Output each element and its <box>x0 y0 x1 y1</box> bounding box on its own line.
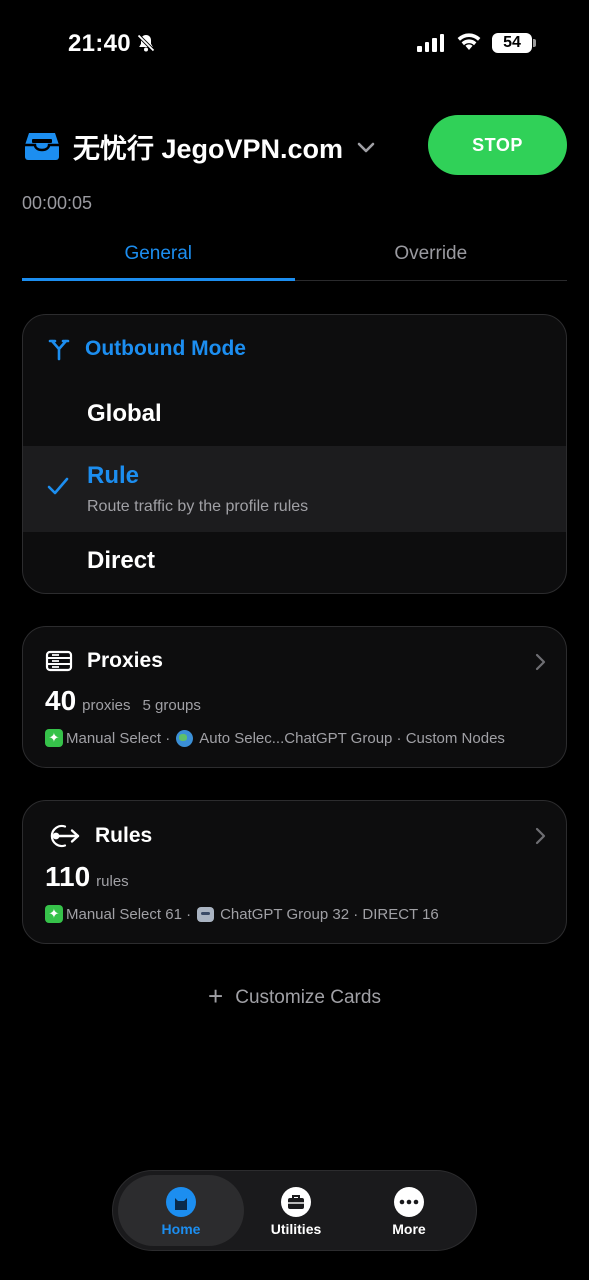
proxies-stat: 40 proxies 5 groups <box>45 685 201 717</box>
chevron-right-icon <box>535 827 546 845</box>
home-cat-icon <box>166 1187 196 1217</box>
tab-more[interactable]: More <box>346 1175 472 1246</box>
mode-option-label: Global <box>87 400 162 427</box>
outbound-mode-header: Outbound Mode <box>47 337 246 361</box>
proxies-summary-b: Auto Selec...ChatGPT Group · Custom Node… <box>199 729 505 747</box>
app-screen: 21:40 54 无忧行 JegoVPN.com STOP 00:00:05 G… <box>0 0 589 1280</box>
tab-utilities[interactable]: Utilities <box>233 1175 359 1246</box>
robot-emoji-icon <box>197 906 215 922</box>
rules-card[interactable]: Rules 110 rules ✦ Manual Select 61 · Cha… <box>22 800 567 944</box>
ellipsis-icon <box>394 1187 424 1217</box>
bottom-tab-bar: Home Utilities More <box>112 1170 477 1251</box>
proxies-header: Proxies <box>45 649 163 673</box>
tab-general[interactable]: General <box>22 230 295 281</box>
tab-utilities-label: Utilities <box>270 1221 322 1237</box>
route-icon <box>50 824 80 848</box>
mode-option-global[interactable]: Global <box>23 395 566 445</box>
server-icon <box>45 650 73 672</box>
profile-selector[interactable]: 无忧行 JegoVPN.com <box>24 128 375 164</box>
rules-title: Rules <box>95 824 153 847</box>
proxies-unit: proxies <box>82 697 131 714</box>
globe-emoji-icon <box>176 729 194 747</box>
stop-button[interactable]: STOP <box>428 115 567 175</box>
tab-bar-top: General Override <box>22 230 567 281</box>
rules-summary-a: Manual Select 61 · <box>66 905 192 923</box>
mode-option-label: Rule <box>87 462 140 489</box>
proxies-groups: 5 groups <box>142 697 201 714</box>
rules-unit: rules <box>96 873 129 890</box>
wifi-icon <box>457 33 481 50</box>
branch-icon <box>48 339 70 361</box>
signal-icon <box>417 34 444 52</box>
battery-cap <box>533 39 536 47</box>
briefcase-icon <box>281 1187 311 1217</box>
rules-summary: ✦ Manual Select 61 · ChatGPT Group 32 · … <box>45 905 439 923</box>
tab-override[interactable]: Override <box>295 230 568 280</box>
bell-slash-icon <box>137 34 155 52</box>
chevron-down-icon <box>357 142 375 153</box>
rules-header: Rules <box>45 823 152 849</box>
sparkle-emoji-icon: ✦ <box>45 729 63 747</box>
profile-tray-icon <box>25 133 59 160</box>
plus-icon: + <box>208 981 224 1011</box>
customize-cards-label: Customize Cards <box>235 987 381 1008</box>
rules-summary-b: ChatGPT Group 32 · DIRECT 16 <box>220 905 439 923</box>
mode-option-description: Route traffic by the profile rules <box>87 498 309 515</box>
outbound-mode-title: Outbound Mode <box>85 337 246 360</box>
proxies-title: Proxies <box>87 649 163 672</box>
proxies-summary: ✦ Manual Select · Auto Selec...ChatGPT G… <box>45 729 505 747</box>
proxies-count: 40 <box>45 685 77 716</box>
sparkle-emoji-icon: ✦ <box>45 905 63 923</box>
customize-cards-button[interactable]: + Customize Cards <box>0 981 589 1012</box>
status-bar: 21:40 54 <box>0 0 589 90</box>
outbound-mode-card: Outbound Mode Global Rule Route traffic … <box>22 314 567 594</box>
status-time: 21:40 <box>68 30 131 57</box>
tab-home-label: Home <box>161 1221 201 1237</box>
checkmark-icon <box>47 477 69 495</box>
proxies-summary-a: Manual Select · <box>66 729 171 747</box>
mode-option-label: Direct <box>87 547 156 574</box>
mode-option-direct[interactable]: Direct <box>23 543 566 587</box>
profile-name: 无忧行 JegoVPN.com <box>73 133 344 164</box>
battery-icon: 54 <box>492 33 532 53</box>
chevron-right-icon <box>535 653 546 671</box>
tab-home[interactable]: Home <box>118 1175 244 1246</box>
mode-option-rule[interactable]: Rule Route traffic by the profile rules <box>23 446 566 532</box>
tab-more-label: More <box>392 1221 426 1237</box>
connection-timer: 00:00:05 <box>22 193 93 213</box>
rules-stat: 110 rules <box>45 861 129 893</box>
proxies-card[interactable]: Proxies 40 proxies 5 groups ✦ Manual Sel… <box>22 626 567 768</box>
rules-count: 110 <box>45 861 91 892</box>
